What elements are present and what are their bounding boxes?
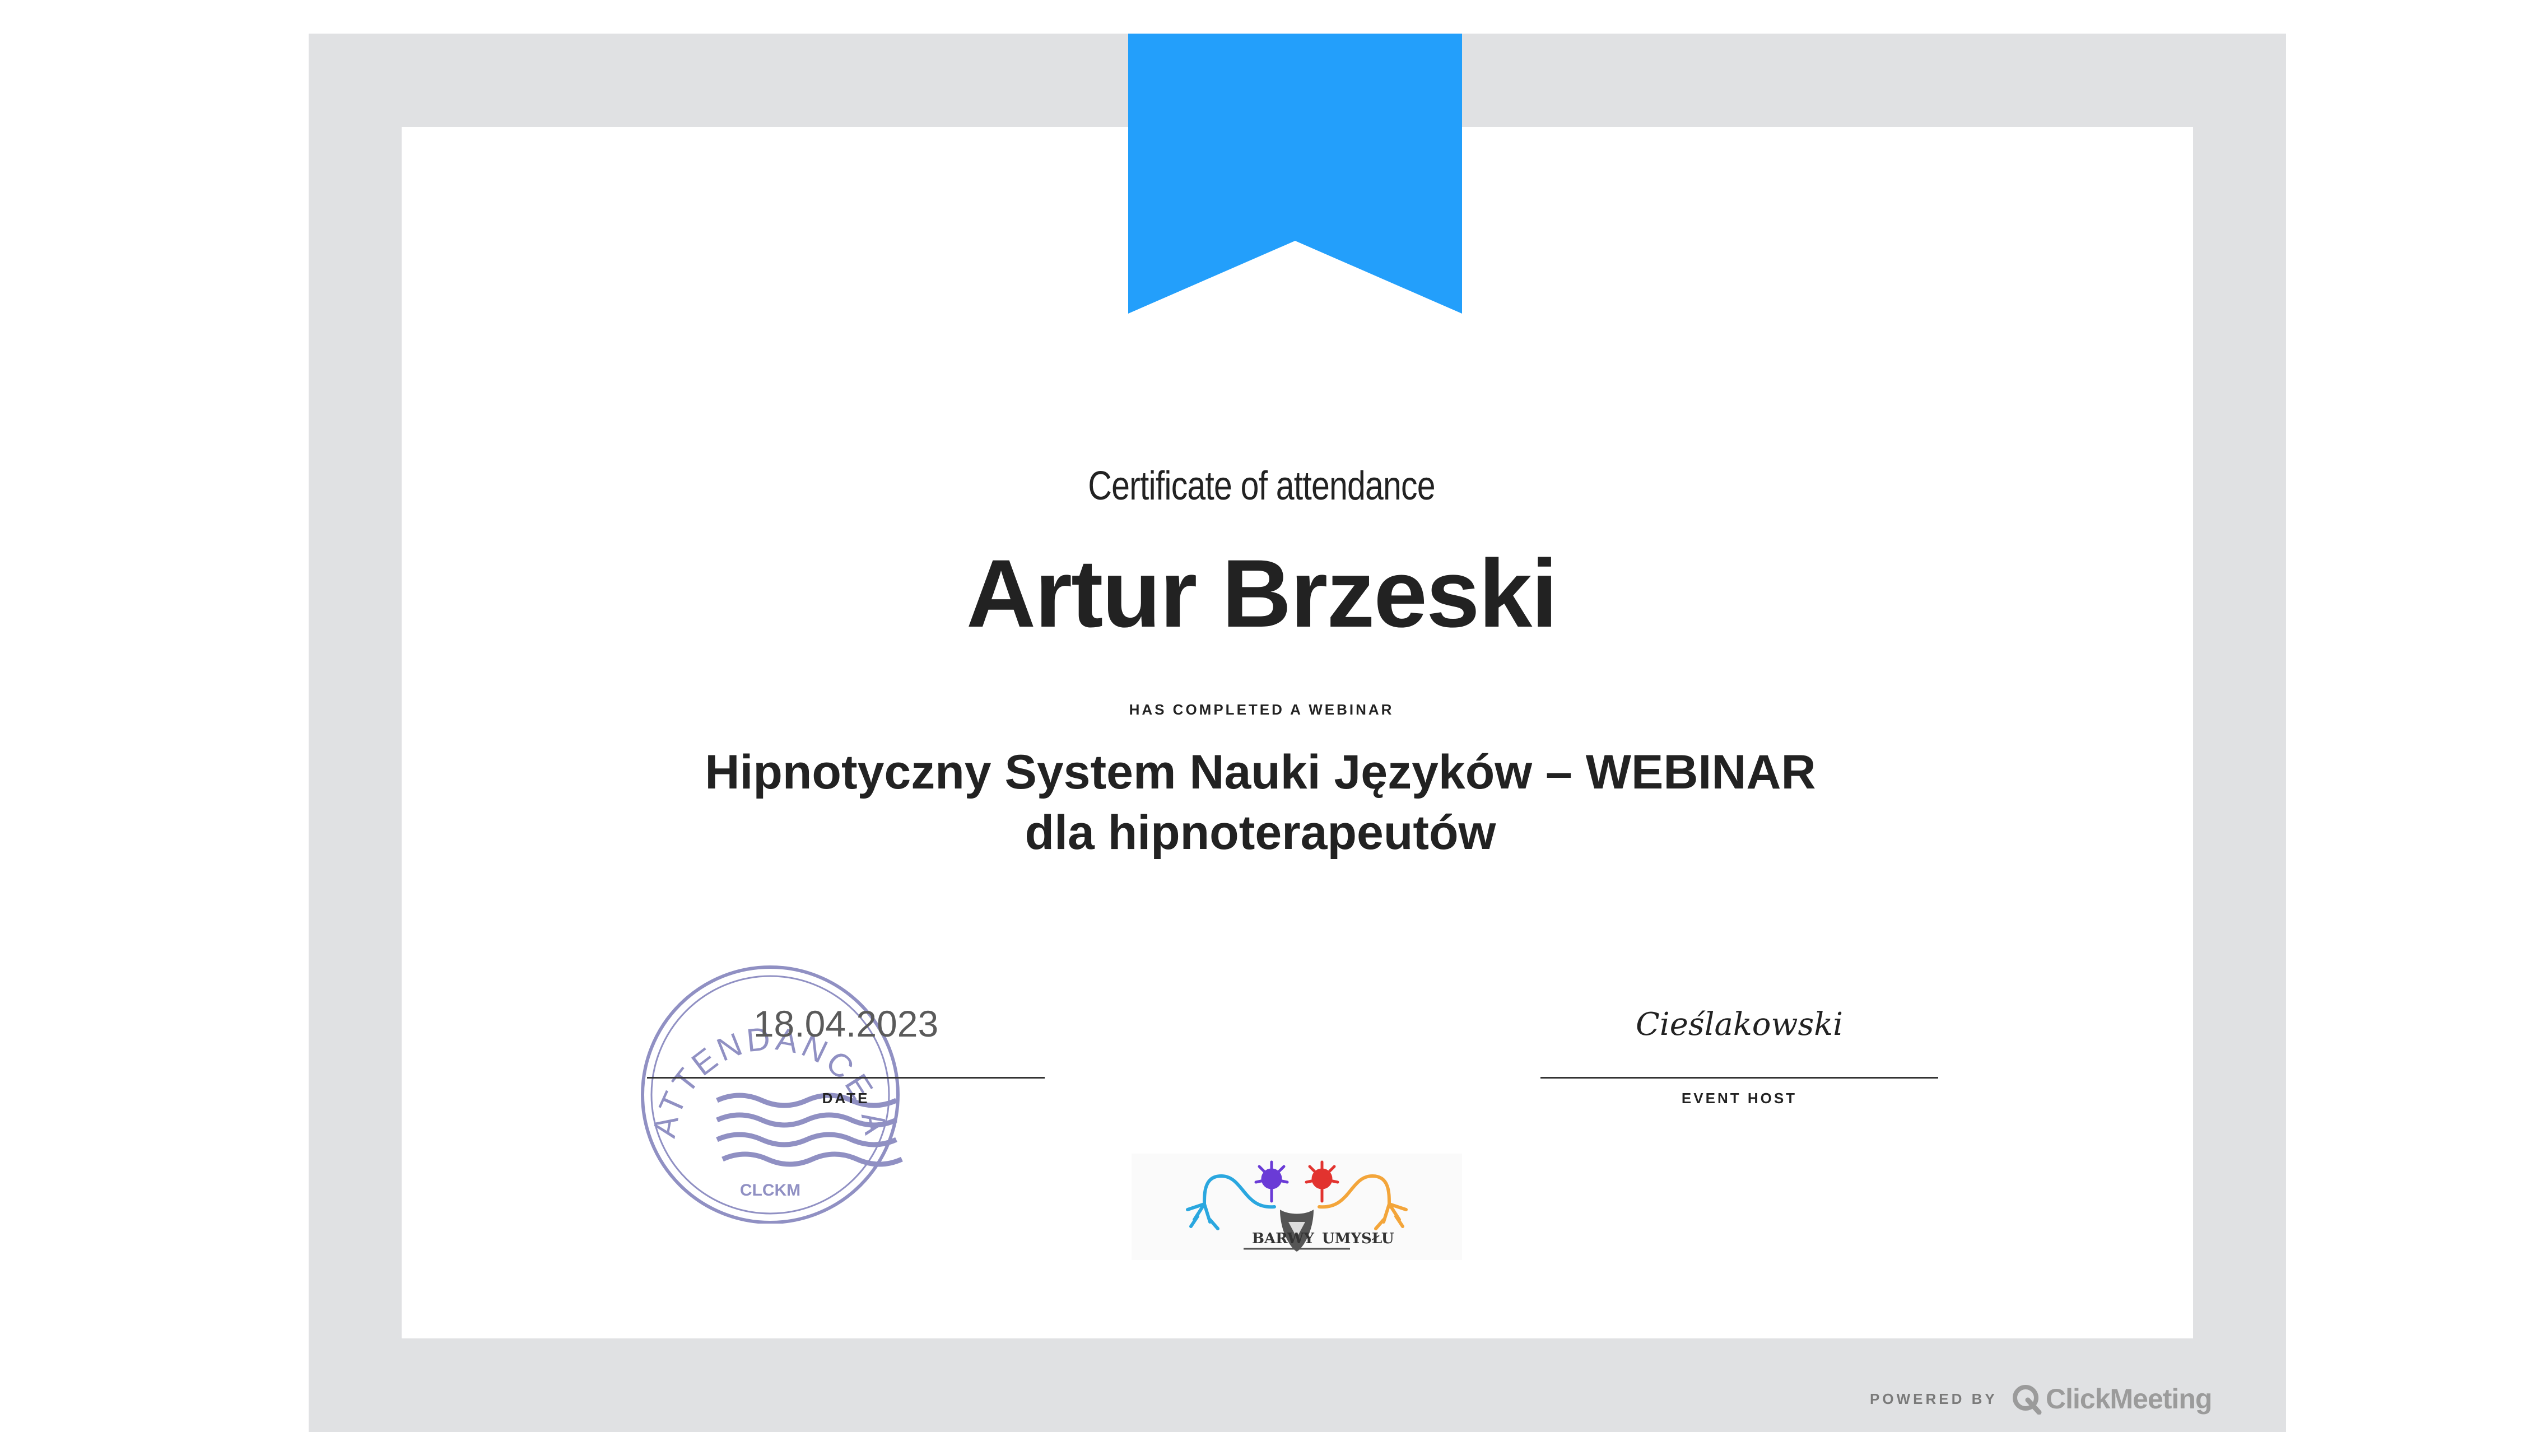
clickmeeting-logo-icon	[2013, 1385, 2042, 1415]
ribbon-banner-icon	[1128, 34, 1462, 314]
logo-right-word: UMYSŁU	[1322, 1230, 1394, 1247]
date-value: 18.04.2023	[753, 1003, 939, 1044]
completed-caption: HAS COMPLETED A WEBINAR	[1129, 701, 1394, 718]
powered-by-label: POWERED BY	[1870, 1390, 1998, 1407]
brain-neurons-logo: BARWY UMYSŁU	[1132, 1154, 1462, 1260]
stamp-arc-text: ATTENDANCE APPROVED	[633, 960, 891, 1141]
host-signature-line	[1540, 1077, 1938, 1079]
stamp-code-text: CLCKM	[740, 1181, 800, 1200]
clickmeeting-brand[interactable]: ClickMeeting	[2011, 1382, 2212, 1416]
event-host-signature: Cieślakowski	[1635, 1006, 1844, 1043]
clickmeeting-brand-name: ClickMeeting	[2046, 1383, 2212, 1415]
logo-left-word: BARWY	[1252, 1230, 1314, 1247]
date-label: DATE	[822, 1090, 870, 1107]
event-host-label: EVENT HOST	[1681, 1090, 1798, 1107]
event-name: Hipnotyczny System Nauki Języków – WEBIN…	[705, 745, 1816, 860]
date-signature-line	[647, 1077, 1045, 1079]
certificate-title: Certificate of attendance	[1088, 464, 1435, 508]
svg-text:ATTENDANCE APPROVED: ATTENDANCE APPROVED	[633, 960, 895, 1141]
recipient-name: Artur Brzeski	[966, 540, 1558, 647]
